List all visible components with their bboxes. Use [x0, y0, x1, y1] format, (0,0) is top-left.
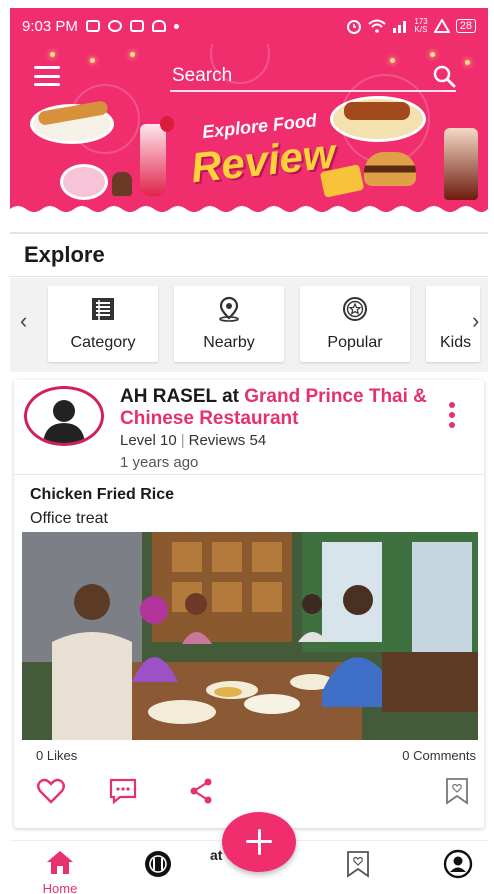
restaurant-group-photo — [22, 532, 478, 740]
search-input[interactable] — [170, 62, 410, 90]
youtube-icon — [129, 20, 144, 32]
alarm-icon — [347, 20, 362, 34]
category-label: Category — [70, 334, 136, 351]
banner-wave-edge — [10, 206, 488, 216]
level-label: Level — [120, 432, 156, 449]
profile-icon — [443, 849, 473, 879]
category-label: Kids — [440, 334, 472, 351]
dot-icon — [173, 23, 179, 29]
chevron-right-icon[interactable]: › — [472, 308, 479, 334]
cola-glass-image — [444, 128, 478, 200]
location-pin-icon — [219, 296, 239, 322]
chevron-left-icon[interactable]: ‹ — [20, 308, 27, 334]
header-banner: Explore Food Review — [10, 44, 488, 216]
category-card-category[interactable]: Category — [48, 286, 158, 362]
cupcake-image — [112, 172, 132, 196]
notification-icon — [85, 20, 100, 32]
reviews-label: Reviews — [188, 432, 246, 449]
post-timestamp: 1 years ago — [120, 454, 199, 471]
avatar[interactable] — [24, 386, 104, 446]
nav-bookmarks[interactable] — [328, 849, 388, 891]
bookmark-icon — [347, 851, 369, 878]
strawberry-image — [160, 116, 174, 132]
strawberry-drink-image — [140, 124, 166, 196]
battery-indicator: 28 — [455, 19, 476, 33]
menu-icon[interactable] — [34, 66, 60, 86]
add-post-button[interactable] — [222, 812, 296, 872]
category-card-popular[interactable]: Popular — [300, 286, 410, 362]
divider — [10, 232, 488, 234]
string-light — [430, 52, 435, 57]
string-light — [90, 58, 95, 63]
dish-title: Chicken Fried Rice — [30, 486, 175, 503]
string-light — [130, 52, 135, 57]
category-carousel: ‹ Category Nearby Popular Kids › — [10, 278, 488, 372]
signal-icon — [393, 21, 407, 33]
comments-count[interactable]: 0 Comments — [402, 748, 476, 763]
wifi-icon — [368, 19, 387, 33]
level-value: 10 — [160, 432, 177, 449]
nav-home-label: Home — [42, 881, 78, 894]
comment-icon[interactable] — [108, 776, 138, 806]
user-silhouette-icon — [43, 400, 85, 443]
at-word: at — [222, 386, 239, 407]
post-photo[interactable] — [22, 532, 478, 740]
dessert-image — [60, 164, 108, 200]
divider — [10, 276, 488, 277]
review-post-card: AH RASEL at Grand Prince Thai & Chinese … — [14, 380, 484, 828]
post-description: Office treat — [30, 510, 108, 527]
more-options-icon[interactable] — [448, 402, 456, 428]
home-icon — [47, 851, 73, 874]
share-icon[interactable] — [186, 776, 216, 806]
search-bar — [170, 62, 456, 92]
author-name[interactable]: AH RASEL — [120, 386, 217, 407]
category-label: Popular — [327, 334, 383, 351]
search-icon[interactable] — [432, 64, 456, 88]
network-speed: 173 K/S — [414, 17, 428, 34]
likes-count: 0 Likes — [36, 748, 78, 763]
facebook-icon — [107, 20, 122, 32]
nav-profile[interactable] — [428, 849, 488, 891]
author-stats: Level 10 | Reviews 54 — [120, 432, 267, 449]
bookmark-icon[interactable] — [442, 776, 472, 806]
post-header-text: AH RASEL at Grand Prince Thai & Chinese … — [120, 386, 450, 430]
heart-icon[interactable] — [36, 776, 66, 806]
status-bar: 9:03 PM 173 K/S 28 — [10, 8, 488, 44]
section-title-explore: Explore — [24, 242, 105, 267]
reviews-value: 54 — [249, 432, 267, 449]
star-badge-icon — [343, 297, 367, 321]
divider — [14, 474, 484, 475]
category-label: Nearby — [203, 334, 255, 351]
banner-title: Explore Food Review — [179, 108, 345, 193]
category-card-nearby[interactable]: Nearby — [174, 286, 284, 362]
status-time: 9:03 PM — [22, 17, 78, 35]
kebab-image — [344, 102, 410, 120]
dining-icon — [145, 851, 171, 877]
nav-home[interactable]: Home — [30, 849, 90, 894]
list-icon — [92, 298, 114, 320]
string-light — [465, 60, 470, 65]
burger-image — [364, 152, 416, 186]
bell-icon — [151, 20, 166, 32]
nav-restaurants[interactable] — [128, 849, 188, 891]
string-light — [50, 52, 55, 57]
data-saver-icon — [433, 19, 450, 33]
